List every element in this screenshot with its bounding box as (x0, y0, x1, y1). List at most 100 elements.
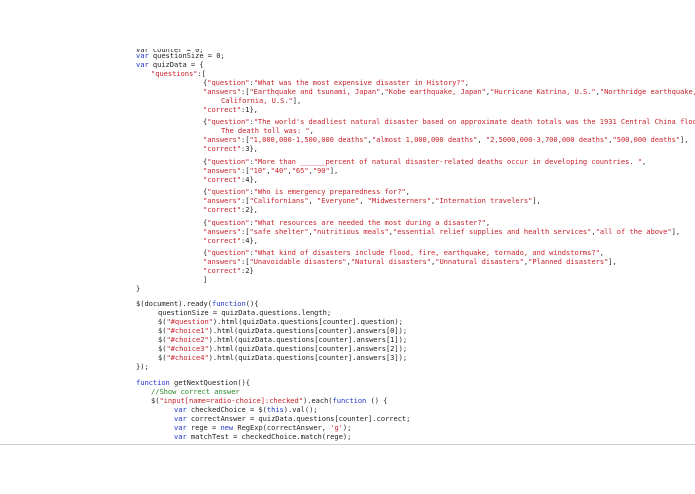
code-token: "2,5000,000-3,700,000 deaths" (485, 135, 609, 144)
code-token: "Northridge earthquake, (599, 87, 695, 96)
code-line: {"question":"What resources are needed t… (203, 218, 490, 227)
code-token: function (211, 299, 246, 308)
code-token: ], (292, 96, 302, 105)
code-token: "1,000,000-1,500,000 deaths" (249, 135, 368, 144)
code-token: "Everyone" (317, 196, 360, 205)
code-line: "answers":["safe shelter","nutritious me… (203, 227, 680, 236)
code-token: ).html(quizData.questions[counter].answe… (208, 353, 408, 362)
code-token: "Midwesterners" (367, 196, 431, 205)
code-line: "correct":4}, (203, 236, 258, 245)
code-token: "The world's deadliest natural disaster … (253, 117, 695, 126)
code-line: "correct":2}, (203, 205, 258, 214)
code-token: () { (366, 396, 388, 405)
code-line: "answers":["Earthquake and tsunami, Japa… (203, 87, 695, 96)
code-token: "Internation travelers" (435, 196, 533, 205)
code-line: "answers":["1,000,000-1,500,000 deaths",… (203, 135, 689, 144)
code-token: "correct" (203, 205, 241, 214)
code-token: ).html(quizData.questions[counter].quest… (212, 317, 403, 326)
code-token: , (405, 187, 410, 196)
code-line: "correct":4}, (203, 175, 258, 184)
code-token: var (136, 51, 149, 60)
code-line: "questions":[ (151, 69, 206, 78)
code-token: var (174, 432, 187, 441)
code-token: :[ (197, 69, 206, 78)
code-token: correctAnswer = quizData.questions[count… (186, 414, 411, 423)
code-token: "#choice2" (166, 335, 209, 344)
code-token: "Kobe earthquake, Japan" (384, 87, 486, 96)
code-line: California, U.S."], (221, 96, 301, 105)
code-line: ] (203, 275, 207, 284)
code-line: $("#choice3").html(quizData.questions[co… (158, 344, 407, 353)
code-line: $("#choice1").html(quizData.questions[co… (158, 326, 407, 335)
code-token: checkedChoice = $( (186, 405, 267, 414)
code-token: "Natural disasters" (350, 257, 431, 266)
code-token: ] (203, 275, 208, 284)
code-token: 'g' (330, 423, 343, 432)
code-line: "answers":["10","40","65","90"], (203, 166, 338, 175)
code-token: "More than ______percent of natural disa… (253, 157, 643, 166)
code-token: ).html(quizData.questions[counter].answe… (208, 335, 408, 344)
code-token: var (136, 60, 149, 69)
code-token: var (174, 405, 187, 414)
code-token: "#choice3" (166, 344, 209, 353)
code-token: "question" (207, 117, 250, 126)
code-token: } (136, 284, 141, 293)
code-line: var questionSize = 0; (136, 51, 225, 60)
code-token: "What resources are needed the most duri… (253, 218, 486, 227)
code-token: "answers" (203, 87, 241, 96)
code-token: "Unnatural disasters" (435, 257, 524, 266)
code-token: (){ (245, 299, 259, 308)
code-token: ).each( (302, 396, 333, 405)
code-line: var checkedChoice = $(this).val(); (174, 405, 318, 414)
code-line: {"question":"The world's deadliest natur… (203, 117, 695, 126)
code-token: getNextQuestion(){ (169, 378, 250, 387)
code-line: "correct":1}, (203, 105, 258, 114)
code-token: function (332, 396, 367, 405)
code-line: var correctAnswer = quizData.questions[c… (174, 414, 410, 423)
code-token: quizData = { (148, 60, 204, 69)
code-token: "What kind of disasters include flood, f… (253, 248, 600, 257)
code-line: } (136, 284, 140, 293)
code-editor[interactable]: var counter = 0; var questionSize = 0; v… (0, 0, 695, 444)
code-token: "answers" (203, 166, 241, 175)
code-token: , (599, 248, 605, 257)
code-token: "correct" (203, 236, 241, 245)
code-token: "#question" (166, 317, 213, 326)
code-token: "question" (207, 187, 250, 196)
code-token: "answers" (203, 196, 241, 205)
code-token: this (266, 405, 284, 414)
code-token: "correct" (203, 105, 241, 114)
code-token: "Planned disasters" (528, 257, 609, 266)
code-token: , (308, 196, 317, 205)
code-line: $("#choice2").html(quizData.questions[co… (158, 335, 407, 344)
code-line: {"question":"What kind of disasters incl… (203, 248, 604, 257)
code-line: {"question":"Who is emergency preparedne… (203, 187, 410, 196)
code-token: "Californians" (249, 196, 309, 205)
code-token: "65" (291, 166, 309, 175)
code-token: :1}, (241, 105, 258, 114)
code-token: matchTest = checkedChoice.match(rege); (186, 432, 352, 441)
code-token: ).html(quizData.questions[counter].answe… (208, 326, 408, 335)
code-token: "question" (207, 157, 250, 166)
code-line: The death toll was: ", (221, 126, 314, 135)
code-token: RegExp(correctAnswer, (233, 423, 331, 432)
code-token: :4}, (241, 236, 258, 245)
code-token: "10" (249, 166, 267, 175)
code-token: }); (136, 362, 149, 371)
code-token: "Unavoidable disasters" (249, 257, 347, 266)
code-line: "answers":["Californians", "Everyone", "… (203, 196, 541, 205)
code-token: "Hurricane Katrina, U.S." (490, 87, 596, 96)
code-token: $(document).ready( (136, 299, 212, 308)
code-token: rege = (186, 423, 221, 432)
code-token: ).val(); (283, 405, 318, 414)
code-line: }); (136, 362, 149, 371)
code-token: ], (329, 166, 339, 175)
code-token: ], (532, 196, 541, 205)
code-token: "40" (270, 166, 288, 175)
code-token: "What was the most expensive disaster in… (253, 78, 465, 87)
window-divider (0, 444, 695, 445)
code-token: "all of the above" (595, 227, 672, 236)
code-token: "correct" (203, 175, 241, 184)
code-line: "answers":["Unavoidable disasters","Natu… (203, 257, 617, 266)
code-token: , (485, 218, 491, 227)
